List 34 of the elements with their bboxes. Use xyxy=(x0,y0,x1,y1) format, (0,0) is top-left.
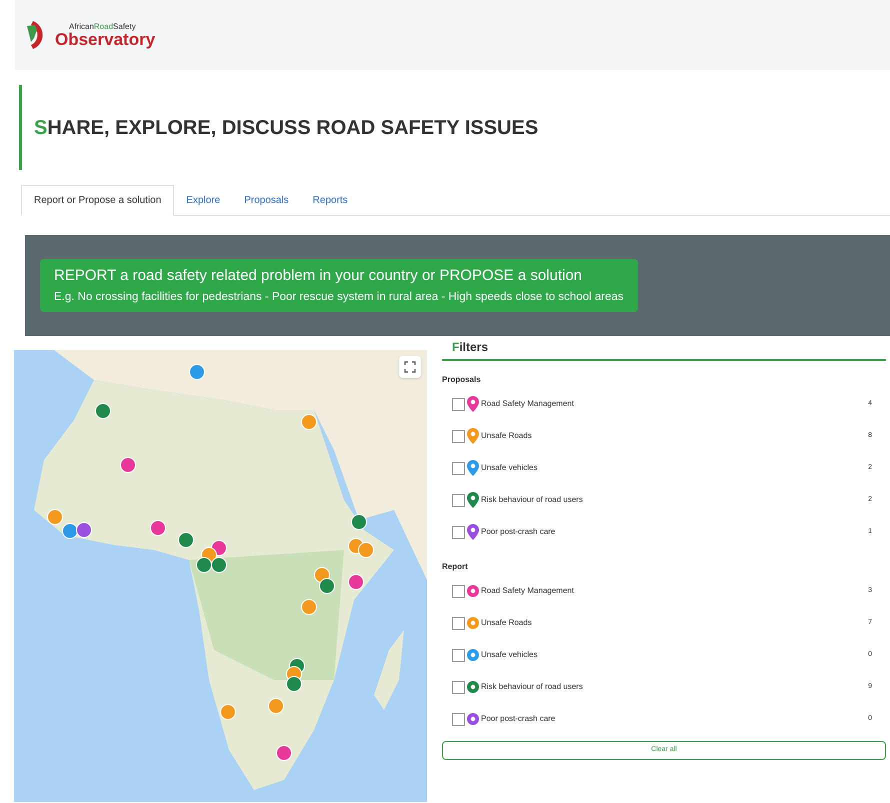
filter-group-title: Proposals xyxy=(442,374,481,386)
checkbox[interactable] xyxy=(452,462,465,474)
page-title: SHARE, EXPLORE, DISCUSS ROAD SAFETY ISSUES xyxy=(34,116,538,140)
filter-label: Risk behaviour of road users xyxy=(481,494,584,506)
tab[interactable]: Report or Propose a solution xyxy=(21,185,174,216)
banner-subtitle: E.g. No crossing facilities for pedestrians - Poor rescue system in rural area - High speeds close to school areas xyxy=(54,290,624,306)
filter-label: Poor post-crash care xyxy=(481,713,556,725)
logo-tagline: AfricanRoadSafety xyxy=(68,22,137,30)
filter-label: Unsafe vehicles xyxy=(481,462,538,474)
checkbox[interactable] xyxy=(452,648,465,662)
filter-label: Unsafe Roads xyxy=(481,430,533,442)
filter-group-title: Report xyxy=(442,561,468,573)
filter-label: Unsafe vehicles xyxy=(481,649,538,661)
checkbox[interactable] xyxy=(452,494,465,506)
filter-label: Road Safety Management xyxy=(481,398,575,410)
filter-label: Road Safety Management xyxy=(481,585,575,597)
filter-label: Unsafe Roads xyxy=(481,617,533,629)
logo-wordmark: Observatory xyxy=(55,30,156,48)
fullscreen-icon xyxy=(404,361,416,373)
filters-title: Filters xyxy=(452,339,488,356)
tab[interactable]: Explore xyxy=(174,185,232,215)
banner-title: REPORT a road safety related problem in your country or PROPOSE a solution xyxy=(54,266,584,286)
checkbox[interactable] xyxy=(452,526,465,538)
checkbox[interactable] xyxy=(452,616,465,630)
checkbox[interactable] xyxy=(452,712,465,726)
tab[interactable]: Reports xyxy=(300,185,360,215)
tab[interactable]: Proposals xyxy=(232,185,301,215)
fullscreen-button[interactable] xyxy=(399,356,421,378)
filter-label: Poor post-crash care xyxy=(481,526,556,538)
checkbox[interactable] xyxy=(452,398,465,410)
checkbox[interactable] xyxy=(452,584,465,598)
checkbox[interactable] xyxy=(452,680,465,694)
checkbox[interactable] xyxy=(452,430,465,442)
filter-label: Risk behaviour of road users xyxy=(481,681,584,693)
